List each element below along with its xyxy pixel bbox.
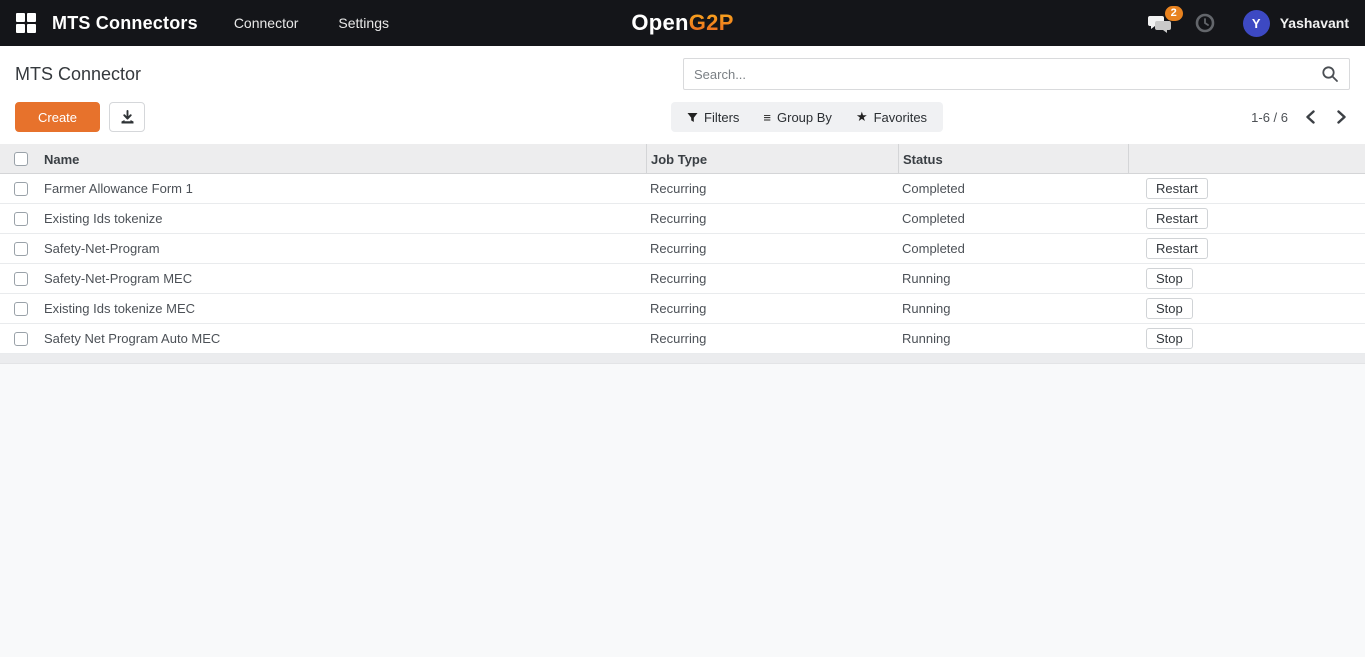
cell-job-type[interactable]: Recurring: [646, 181, 898, 196]
cell-status[interactable]: Completed: [898, 241, 1128, 256]
filter-funnel-icon: [687, 112, 698, 123]
row-checkbox[interactable]: [14, 182, 28, 196]
header-job-type[interactable]: Job Type: [646, 144, 898, 174]
cell-name[interactable]: Safety-Net-Program MEC: [42, 271, 646, 286]
download-icon: [120, 110, 135, 125]
row-checkbox[interactable]: [14, 332, 28, 346]
table-row[interactable]: Safety Net Program Auto MEC Recurring Ru…: [0, 324, 1365, 354]
restart-button[interactable]: Restart: [1146, 238, 1208, 259]
group-by-icon: ≡: [763, 110, 771, 125]
cell-status[interactable]: Running: [898, 271, 1128, 286]
top-navbar: MTS Connectors Connector Settings OpenG2…: [0, 0, 1365, 46]
user-menu[interactable]: Y Yashavant: [1243, 10, 1349, 37]
filters-button[interactable]: Filters: [677, 102, 749, 132]
favorites-button[interactable]: ★ Favorites: [846, 102, 937, 132]
table-row[interactable]: Existing Ids tokenize MEC Recurring Runn…: [0, 294, 1365, 324]
header-status[interactable]: Status: [898, 144, 1128, 174]
pager-range: 1-6 / 6: [1251, 110, 1288, 125]
cell-status[interactable]: Running: [898, 331, 1128, 346]
list-footer-strip: [0, 354, 1365, 364]
messages-icon[interactable]: 2: [1147, 12, 1173, 34]
favorites-star-icon: ★: [856, 109, 868, 125]
cell-name[interactable]: Farmer Allowance Form 1: [42, 181, 646, 196]
logo-text-open: Open: [631, 10, 688, 35]
logo-text-g2p: G2P: [689, 10, 734, 35]
connector-list: Name Job Type Status Farmer Allowance Fo…: [0, 144, 1365, 364]
cell-name[interactable]: Safety Net Program Auto MEC: [42, 331, 646, 346]
pager-next-button[interactable]: [1333, 108, 1350, 126]
search-options-bar: Filters ≡ Group By ★ Favorites: [671, 102, 943, 132]
cell-status[interactable]: Completed: [898, 211, 1128, 226]
row-checkbox[interactable]: [14, 272, 28, 286]
export-button[interactable]: [109, 102, 145, 132]
stop-button[interactable]: Stop: [1146, 268, 1193, 289]
group-by-label: Group By: [777, 110, 832, 125]
row-checkbox[interactable]: [14, 242, 28, 256]
menu-connector[interactable]: Connector: [234, 15, 299, 31]
chevron-right-icon: [1335, 110, 1348, 124]
restart-button[interactable]: Restart: [1146, 208, 1208, 229]
clock-icon: [1195, 13, 1215, 33]
search-box: [683, 58, 1350, 90]
cell-job-type[interactable]: Recurring: [646, 271, 898, 286]
table-row[interactable]: Safety-Net-Program MEC Recurring Running…: [0, 264, 1365, 294]
user-name: Yashavant: [1280, 15, 1349, 31]
app-title: MTS Connectors: [52, 13, 198, 34]
control-panel: MTS Connector Create Filters: [0, 46, 1365, 144]
cell-job-type[interactable]: Recurring: [646, 331, 898, 346]
messages-badge: 2: [1165, 6, 1183, 21]
select-all-checkbox[interactable]: [14, 152, 28, 166]
table-row[interactable]: Farmer Allowance Form 1 Recurring Comple…: [0, 174, 1365, 204]
table-header-row: Name Job Type Status: [0, 144, 1365, 174]
stop-button[interactable]: Stop: [1146, 328, 1193, 349]
row-checkbox[interactable]: [14, 212, 28, 226]
chevron-left-icon: [1304, 110, 1317, 124]
avatar: Y: [1243, 10, 1270, 37]
cell-name[interactable]: Existing Ids tokenize MEC: [42, 301, 646, 316]
search-icon[interactable]: [1321, 65, 1339, 83]
activities-clock-icon[interactable]: [1195, 13, 1215, 33]
restart-button[interactable]: Restart: [1146, 178, 1208, 199]
cell-job-type[interactable]: Recurring: [646, 241, 898, 256]
header-actions: [1128, 144, 1365, 174]
breadcrumb: MTS Connector: [15, 64, 141, 85]
header-name[interactable]: Name: [42, 152, 646, 167]
cell-status[interactable]: Running: [898, 301, 1128, 316]
filters-label: Filters: [704, 110, 739, 125]
search-input[interactable]: [694, 67, 1321, 82]
cell-name[interactable]: Existing Ids tokenize: [42, 211, 646, 226]
group-by-button[interactable]: ≡ Group By: [753, 102, 842, 132]
pager-previous-button[interactable]: [1302, 108, 1319, 126]
row-checkbox[interactable]: [14, 302, 28, 316]
table-row[interactable]: Safety-Net-Program Recurring Completed R…: [0, 234, 1365, 264]
cell-name[interactable]: Safety-Net-Program: [42, 241, 646, 256]
favorites-label: Favorites: [874, 110, 927, 125]
cell-job-type[interactable]: Recurring: [646, 301, 898, 316]
navbar-menus: Connector Settings: [234, 15, 389, 31]
apps-grid-icon[interactable]: [16, 13, 36, 33]
pager: 1-6 / 6: [1251, 108, 1350, 126]
openg2p-logo: OpenG2P: [631, 10, 733, 36]
stop-button[interactable]: Stop: [1146, 298, 1193, 319]
cell-job-type[interactable]: Recurring: [646, 211, 898, 226]
table-row[interactable]: Existing Ids tokenize Recurring Complete…: [0, 204, 1365, 234]
cell-status[interactable]: Completed: [898, 181, 1128, 196]
create-button[interactable]: Create: [15, 102, 100, 132]
menu-settings[interactable]: Settings: [338, 15, 389, 31]
